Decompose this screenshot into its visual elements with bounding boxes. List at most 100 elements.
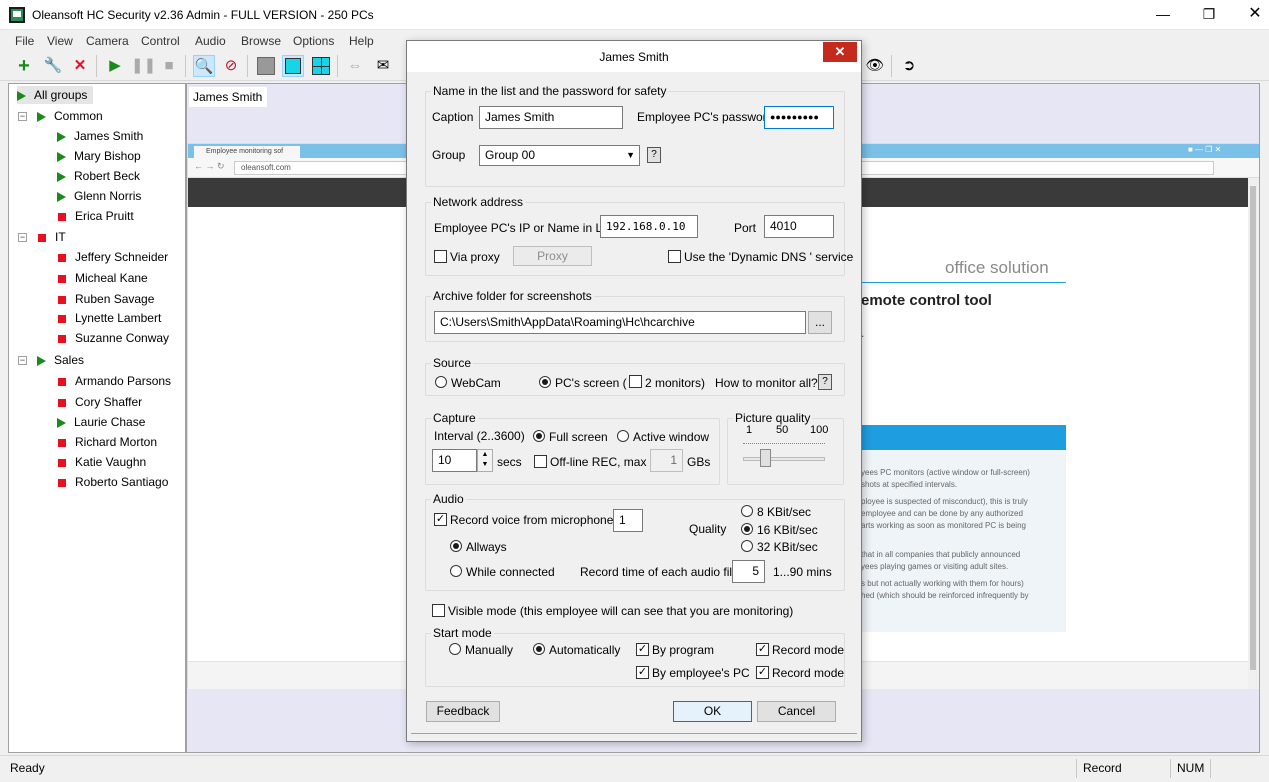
- delete-icon[interactable]: ✕: [69, 55, 91, 77]
- active-window-radio[interactable]: [617, 430, 629, 442]
- password-input[interactable]: ●●●●●●●●●: [764, 106, 834, 129]
- q16-radio[interactable]: [741, 523, 753, 535]
- dialog-title-bar: James Smith ✕: [407, 41, 861, 72]
- caption-input[interactable]: James Smith: [479, 106, 623, 129]
- tree-group-sales[interactable]: Sales: [37, 351, 84, 369]
- tree-group-it[interactable]: IT: [37, 228, 66, 246]
- webcam-radio[interactable]: [435, 376, 447, 388]
- record-time-input[interactable]: 5: [732, 560, 765, 583]
- q32-radio[interactable]: [741, 540, 753, 552]
- group-help-button[interactable]: ?: [647, 147, 661, 163]
- menu-camera[interactable]: Camera: [86, 34, 129, 48]
- feedback-button[interactable]: Feedback: [426, 701, 500, 722]
- stop-icon[interactable]: ■: [158, 55, 180, 77]
- quality-legend: Picture quality: [733, 411, 813, 425]
- pause-icon[interactable]: ❚❚: [131, 55, 156, 77]
- tree-item-mary-bishop[interactable]: Mary Bishop: [57, 147, 141, 165]
- proxy-button[interactable]: Proxy: [513, 246, 592, 266]
- manually-radio[interactable]: [449, 643, 461, 655]
- two-monitors-checkbox[interactable]: [629, 375, 642, 388]
- panel-line: yees PC monitors (active window or full-…: [861, 468, 1030, 477]
- via-proxy-checkbox[interactable]: [434, 250, 447, 263]
- dialog-close-button[interactable]: ✕: [823, 42, 857, 62]
- mins-label: 1...90 mins: [773, 565, 832, 579]
- no-entry-icon[interactable]: ⊘: [220, 55, 242, 77]
- menu-browse[interactable]: Browse: [241, 34, 281, 48]
- menu-help[interactable]: Help: [349, 34, 374, 48]
- tree-item-armando-parsons[interactable]: Armando Parsons: [57, 372, 171, 390]
- tree-all-groups[interactable]: All groups: [17, 86, 94, 104]
- tree-item-ruben-savage[interactable]: Ruben Savage: [57, 290, 154, 308]
- port-input[interactable]: 4010: [764, 215, 834, 238]
- eye-icon[interactable]: 👁: [864, 55, 886, 77]
- stop-icon: [58, 253, 66, 262]
- tree-item-suzanne-conway[interactable]: Suzanne Conway: [57, 329, 169, 347]
- tree-item-lynette-lambert[interactable]: Lynette Lambert: [57, 309, 161, 327]
- tree-item-roberto-santiago[interactable]: Roberto Santiago: [57, 473, 168, 491]
- by-pc-checkbox[interactable]: ✓: [636, 666, 649, 679]
- record-mode-2-checkbox[interactable]: ✓: [756, 666, 769, 679]
- record-voice-checkbox[interactable]: ✓: [434, 513, 447, 526]
- collapse-icon[interactable]: −: [18, 356, 27, 365]
- tree-item-glenn-norris[interactable]: Glenn Norris: [57, 187, 141, 205]
- menu-file[interactable]: File: [15, 34, 34, 48]
- interval-input[interactable]: 10: [432, 449, 477, 472]
- automatically-radio[interactable]: [533, 643, 545, 655]
- interval-spinner[interactable]: ▲ ▼: [477, 449, 493, 472]
- play-icon[interactable]: ▶: [104, 55, 126, 77]
- transfer-icon[interactable]: ⇔: [344, 55, 366, 77]
- minimize-button[interactable]: —: [1140, 0, 1186, 30]
- browse-folder-button[interactable]: ...: [808, 311, 832, 334]
- status-record: Record: [1076, 759, 1170, 778]
- record-mode-1-checkbox[interactable]: ✓: [756, 643, 769, 656]
- tree-item-micheal-kane[interactable]: Micheal Kane: [57, 269, 148, 287]
- tree-item-james-smith[interactable]: James Smith: [57, 127, 143, 145]
- grid-view-icon[interactable]: [310, 55, 332, 77]
- menu-view[interactable]: View: [47, 34, 73, 48]
- full-screen-radio[interactable]: [533, 430, 545, 442]
- wrench-icon[interactable]: 🔧: [42, 55, 64, 77]
- pc-screen-radio[interactable]: [539, 376, 551, 388]
- ddns-checkbox[interactable]: [668, 250, 681, 263]
- cancel-button[interactable]: Cancel: [757, 701, 836, 722]
- while-connected-radio[interactable]: [450, 565, 462, 577]
- close-window-button[interactable]: ✕: [1232, 0, 1269, 30]
- always-radio[interactable]: [450, 540, 462, 552]
- monitor-help-button[interactable]: ?: [818, 374, 832, 390]
- mail-icon[interactable]: ✉: [372, 55, 394, 77]
- visible-mode-checkbox[interactable]: [432, 604, 445, 617]
- group-select[interactable]: Group 00 ▼: [479, 145, 640, 166]
- single-view-icon[interactable]: [255, 55, 277, 77]
- screen-view-icon[interactable]: [282, 55, 304, 77]
- q8-radio[interactable]: [741, 505, 753, 517]
- tree-item-erica-pruitt[interactable]: Erica Pruitt: [57, 207, 134, 225]
- mic-input[interactable]: 1: [613, 509, 643, 532]
- menu-control[interactable]: Control: [141, 34, 180, 48]
- tree-item-robert-beck[interactable]: Robert Beck: [57, 167, 140, 185]
- tree-item-cory-shaffer[interactable]: Cory Shaffer: [57, 393, 142, 411]
- source-legend: Source: [431, 356, 474, 370]
- offline-size-input[interactable]: 1: [650, 449, 683, 472]
- exit-icon[interactable]: ➲: [898, 55, 920, 77]
- browser-window-controls-icon: ■ — ❐ ✕: [1188, 145, 1222, 154]
- offline-rec-checkbox[interactable]: [534, 455, 547, 468]
- tree-item-katie-vaughn[interactable]: Katie Vaughn: [57, 453, 146, 471]
- tree-item-laurie-chase[interactable]: Laurie Chase: [57, 413, 145, 431]
- quality-slider-track[interactable]: [743, 457, 825, 461]
- tree-group-common[interactable]: Common: [37, 107, 103, 125]
- add-icon[interactable]: +: [13, 55, 35, 77]
- ip-input[interactable]: 192.168.0.10: [600, 215, 698, 238]
- menu-audio[interactable]: Audio: [195, 34, 226, 48]
- menu-options[interactable]: Options: [293, 34, 334, 48]
- tree-item-jeffery-schneider[interactable]: Jeffery Schneider: [57, 248, 168, 266]
- name-group-legend: Name in the list and the password for sa…: [431, 84, 669, 98]
- collapse-icon[interactable]: −: [18, 233, 27, 242]
- archive-path-input[interactable]: C:\Users\Smith\AppData\Roaming\Hc\hcarch…: [434, 311, 806, 334]
- zoom-icon[interactable]: 🔍: [193, 55, 215, 77]
- ok-button[interactable]: OK: [673, 701, 752, 722]
- collapse-icon[interactable]: −: [18, 112, 27, 121]
- tree-item-richard-morton[interactable]: Richard Morton: [57, 433, 157, 451]
- quality-slider-thumb[interactable]: [760, 449, 772, 467]
- maximize-button[interactable]: ❐: [1186, 0, 1232, 30]
- by-program-checkbox[interactable]: ✓: [636, 643, 649, 656]
